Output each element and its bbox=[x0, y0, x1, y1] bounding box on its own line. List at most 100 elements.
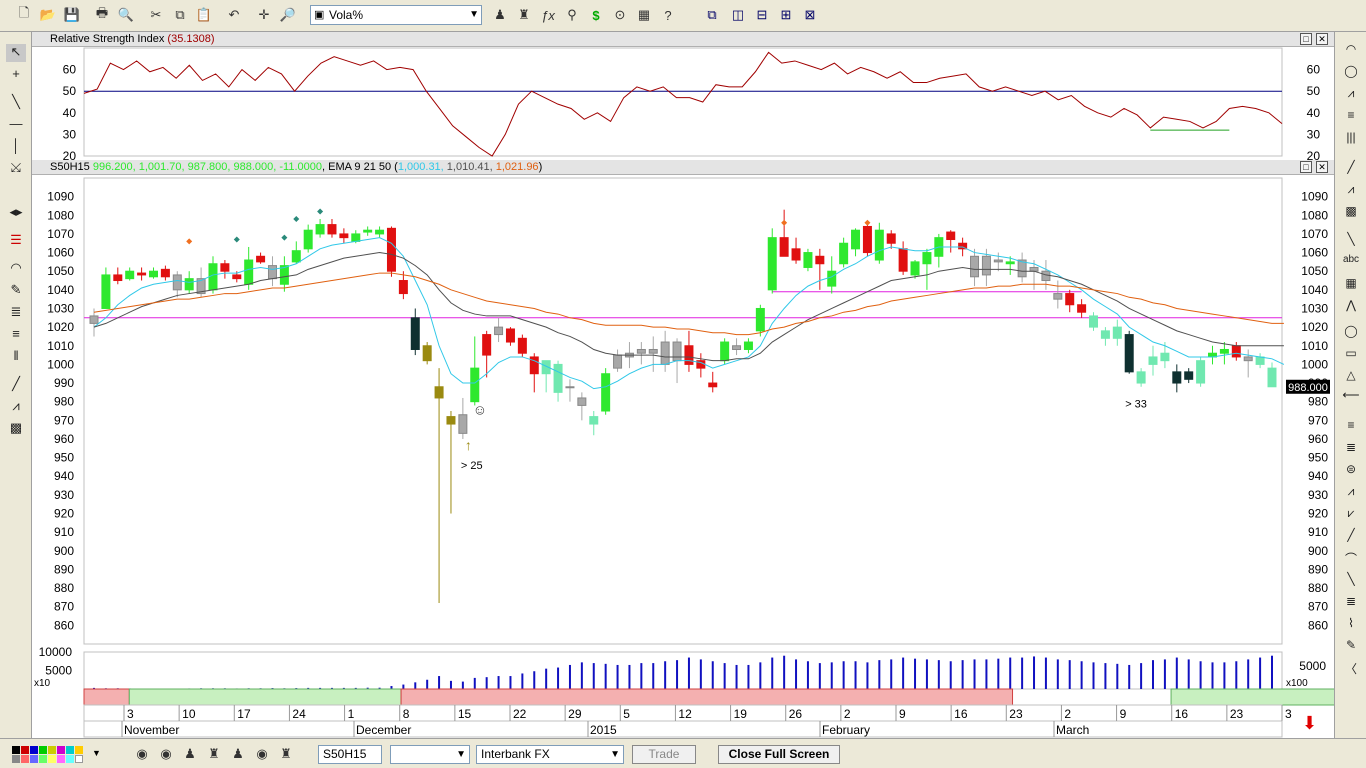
cut-icon[interactable]: ✂ bbox=[146, 5, 166, 25]
fib-icon[interactable]: ≣ bbox=[6, 304, 26, 322]
arc-icon[interactable]: ◠ bbox=[6, 260, 26, 278]
person-icon[interactable]: ♟ bbox=[228, 744, 248, 764]
fan-icon[interactable]: ⩘ bbox=[6, 398, 26, 416]
candle-body bbox=[791, 248, 801, 261]
browser-icon[interactable]: ◉ bbox=[252, 744, 272, 764]
line-icon[interactable]: ╲ bbox=[1341, 572, 1361, 590]
pencil-icon[interactable]: ✎ bbox=[1341, 638, 1361, 656]
pencil-icon[interactable]: ✎ bbox=[6, 282, 26, 300]
horizontal-line-icon[interactable]: — bbox=[6, 116, 26, 134]
wave-icon[interactable]: ⋀ bbox=[1341, 298, 1361, 316]
person-icon[interactable]: ♜ bbox=[514, 5, 534, 25]
table-icon[interactable]: ▦ bbox=[1341, 276, 1361, 294]
tile-horizontal-icon[interactable]: ⊟ bbox=[752, 5, 772, 25]
candle-body bbox=[1089, 315, 1099, 328]
trendline-icon[interactable]: ╲ bbox=[1341, 232, 1361, 250]
cycles-icon[interactable]: ||| bbox=[1341, 130, 1361, 148]
fan-icon[interactable]: ⩘ bbox=[1341, 182, 1361, 200]
cursor-tool-icon[interactable]: ⤩ bbox=[6, 160, 26, 178]
line-icon[interactable]: ╱ bbox=[1341, 160, 1361, 178]
save-icon[interactable]: 💾 bbox=[62, 5, 82, 25]
gann-grid-icon[interactable]: ▩ bbox=[1341, 204, 1361, 222]
pointer-icon[interactable]: ↖ bbox=[6, 44, 26, 62]
trendline-icon[interactable]: ╲ bbox=[6, 94, 26, 112]
symbol-field[interactable]: S50H15 bbox=[318, 745, 382, 764]
price-tick-label-right: 1040 bbox=[1301, 283, 1328, 297]
print-icon[interactable]: 🖶 bbox=[92, 5, 112, 25]
channel-icon[interactable]: ⊜ bbox=[1341, 462, 1361, 480]
crosshair-icon[interactable]: + bbox=[6, 66, 26, 84]
vertical-line-icon[interactable]: │ bbox=[6, 138, 26, 156]
volume-tick-label: 10000 bbox=[39, 645, 73, 659]
close-full-screen-button[interactable]: Close Full Screen bbox=[718, 745, 840, 764]
trendline-icon[interactable]: ╱ bbox=[1341, 528, 1361, 546]
fan-icon[interactable]: ⩘ bbox=[1341, 484, 1361, 502]
wave-icon[interactable]: ⌇ bbox=[1341, 616, 1361, 634]
ellipse-icon[interactable]: ◯ bbox=[1341, 64, 1361, 82]
candle-body bbox=[993, 259, 1003, 263]
open-icon[interactable]: 📂 bbox=[38, 5, 58, 25]
study-select[interactable]: ▣ Vola% ▼ bbox=[310, 5, 482, 25]
options-icon[interactable]: ⊠ bbox=[800, 5, 820, 25]
person-icon[interactable]: ♟ bbox=[180, 744, 200, 764]
ellipse-icon[interactable]: ◯ bbox=[1341, 324, 1361, 342]
binoculars-icon[interactable]: ⊙ bbox=[610, 5, 630, 25]
person-icon[interactable]: ♟ bbox=[490, 5, 510, 25]
gann-grid-icon[interactable]: ▩ bbox=[6, 420, 26, 438]
lines-icon[interactable]: ≡ bbox=[1341, 108, 1361, 126]
arc-icon[interactable]: ◠ bbox=[1341, 42, 1361, 60]
person-icon[interactable]: ♜ bbox=[204, 744, 224, 764]
fib-fan-icon[interactable]: ⩘ bbox=[1341, 86, 1361, 104]
candle-body bbox=[363, 229, 373, 233]
candle-body bbox=[113, 274, 123, 282]
scroll-icon[interactable]: ◂▸ bbox=[6, 204, 26, 222]
candle-body bbox=[732, 345, 742, 350]
paste-icon[interactable]: 📋 bbox=[194, 5, 214, 25]
cycles-icon[interactable]: ‖ bbox=[6, 348, 26, 366]
color-palette[interactable]: ▼ bbox=[12, 746, 101, 763]
person-icon[interactable]: ♜ bbox=[276, 744, 296, 764]
date-tick-label: 9 bbox=[899, 707, 906, 721]
price-tick-label-left: 1080 bbox=[47, 208, 74, 222]
undo-icon[interactable]: ↶ bbox=[224, 5, 244, 25]
lines-icon[interactable]: ≣ bbox=[1341, 594, 1361, 612]
arc-icon[interactable]: ⌒ bbox=[1341, 550, 1361, 568]
triangle-icon[interactable]: △ bbox=[1341, 368, 1361, 386]
browser-icon[interactable]: ◉ bbox=[156, 744, 176, 764]
arrow-icon[interactable]: ⟵ bbox=[1341, 388, 1361, 406]
dollar-icon[interactable]: $ bbox=[586, 5, 606, 25]
tile-vertical-icon[interactable]: ◫ bbox=[728, 5, 748, 25]
volume-multiplier-right: x100 bbox=[1286, 678, 1308, 689]
tree-icon[interactable]: ⚲ bbox=[562, 5, 582, 25]
crosshair-icon[interactable]: ✛ bbox=[254, 5, 274, 25]
wave-icon[interactable]: 〈 bbox=[1341, 660, 1361, 678]
rectangle-icon[interactable]: ▭ bbox=[1341, 346, 1361, 364]
candle-body bbox=[981, 255, 991, 276]
volume-panel: 5000100005000x10 x100 bbox=[34, 645, 1326, 690]
candle-body bbox=[1160, 352, 1170, 362]
price-tick-label-right: 1030 bbox=[1301, 301, 1328, 315]
candle-body bbox=[220, 263, 230, 272]
feed-select[interactable]: Interbank FX ▼ bbox=[476, 745, 624, 764]
print-preview-icon[interactable]: 🔍 bbox=[116, 5, 136, 25]
channel-icon[interactable]: ≡ bbox=[6, 326, 26, 344]
cascade-icon[interactable]: ⧉ bbox=[702, 5, 722, 25]
month-label: February bbox=[822, 723, 870, 737]
line-icon[interactable]: ╱ bbox=[6, 376, 26, 394]
copy-icon[interactable]: ⧉ bbox=[170, 5, 190, 25]
fib-icon[interactable]: ≣ bbox=[1341, 440, 1361, 458]
zoom-icon[interactable]: 🔎 bbox=[278, 5, 298, 25]
flag-icon[interactable]: ☰ bbox=[6, 232, 26, 250]
calculator-icon[interactable]: ▦ bbox=[634, 5, 654, 25]
grid-icon[interactable]: ⊞ bbox=[776, 5, 796, 25]
period-select[interactable]: ▼ bbox=[390, 745, 470, 764]
lines-icon[interactable]: ≡ bbox=[1341, 418, 1361, 436]
fx-icon[interactable]: ƒx bbox=[538, 5, 558, 25]
new-icon[interactable]: 🗋 bbox=[14, 5, 34, 25]
date-tick-label: 3 bbox=[127, 707, 134, 721]
trade-button[interactable]: Trade bbox=[632, 745, 696, 764]
text-icon[interactable]: abc bbox=[1341, 254, 1361, 272]
browser-icon[interactable]: ◉ bbox=[132, 744, 152, 764]
fan-icon[interactable]: ⩗ bbox=[1341, 506, 1361, 524]
help-icon[interactable]: ? bbox=[658, 5, 678, 25]
